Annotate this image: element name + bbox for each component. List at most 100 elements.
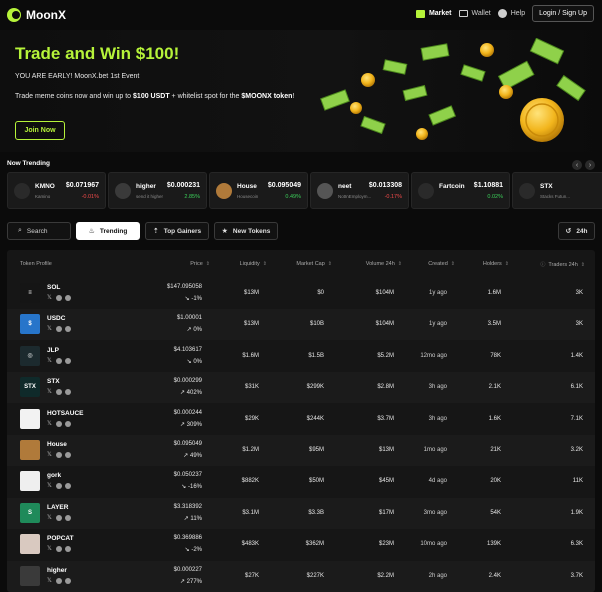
x-icon[interactable]: 𝕏 [47, 358, 53, 364]
col-holders[interactable]: Holders ⇕ [483, 261, 509, 267]
sort-icon: ⇕ [397, 261, 402, 267]
trending-card[interactable]: STX Stacks Futun... [512, 172, 602, 209]
website-icon[interactable] [56, 295, 62, 301]
traders-value: 6.3K [570, 541, 583, 548]
period-selector[interactable]: ↺ 24h [558, 222, 595, 240]
telegram-icon[interactable] [65, 326, 71, 333]
liquidity-value: $882K [241, 478, 259, 485]
nav-help[interactable]: Help [497, 9, 525, 18]
col-market-cap[interactable]: Market Cap ⇕ [296, 261, 332, 267]
x-icon[interactable]: 𝕏 [47, 326, 53, 332]
promo-banner: Trade and Win $100! YOU ARE EARLY! MoonX… [0, 30, 602, 152]
tab-new-tokens[interactable]: ★ New Tokens [214, 222, 278, 240]
table-row[interactable]: $ USDC 𝕏 $1.00001 ↗ 0% $13M $10B $104M 1y ago 3.5… [7, 309, 595, 341]
col-traders[interactable]: ⓘ Traders 24h ⇕ [540, 261, 585, 268]
token-avatar [20, 565, 40, 586]
trending-card[interactable]: House Housecoin $0.095049 0.49% [209, 172, 308, 209]
trending-card[interactable]: neet NotInEmploym... $0.013308 -0.17% [310, 172, 409, 209]
social-links: 𝕏 [47, 357, 71, 364]
holders-value: 139K [486, 541, 501, 548]
table-row[interactable]: higher 𝕏 $0.000227 ↗ 277% $27K $227K $2.2M 2h a… [7, 560, 595, 592]
token-fullname: Kamino [35, 194, 51, 199]
table-header: Token Profile Price ⇕ Liquidity ⇕ Market C… [7, 250, 595, 278]
table-row[interactable]: STX STX 𝕏 $0.000299 ↗ 402% $31K $299K $2.8M 3h a… [7, 372, 595, 404]
col-price[interactable]: Price ⇕ [190, 261, 210, 267]
social-links: 𝕏 [47, 546, 71, 553]
x-icon[interactable]: 𝕏 [47, 421, 53, 427]
created-value: 3h ago [428, 415, 447, 422]
token-fullname: Stacks Futun... [540, 194, 571, 199]
holders-value: 78K [490, 352, 501, 359]
telegram-icon[interactable] [65, 420, 71, 427]
telegram-icon[interactable] [65, 546, 71, 553]
join-now-button[interactable]: Join Now [15, 121, 65, 140]
holders-value: 54K [490, 509, 501, 516]
telegram-icon[interactable] [65, 357, 71, 364]
website-icon[interactable] [56, 357, 62, 364]
trending-card[interactable]: Fartcoin $1.10881 0.02% [411, 172, 510, 209]
traders-value: 3.7K [570, 572, 583, 579]
nav-links: Market Wallet Help Login / Sign Up [415, 5, 594, 22]
trending-card[interactable]: higher send it higher $0.000231 2.85% [108, 172, 207, 209]
website-icon[interactable] [56, 546, 62, 553]
token-name: POPCAT [47, 535, 74, 543]
app-name[interactable]: MoonX [26, 8, 66, 22]
website-icon[interactable] [56, 577, 62, 584]
token-avatar [20, 471, 40, 492]
x-icon[interactable]: 𝕏 [47, 295, 53, 301]
money-coins-illustration [320, 38, 586, 142]
x-icon[interactable]: 𝕏 [47, 452, 53, 458]
trending-next-button[interactable]: › [585, 160, 595, 170]
website-icon[interactable] [56, 326, 62, 333]
search-input[interactable]: ⌕ Search [7, 222, 71, 240]
website-icon[interactable] [56, 452, 62, 458]
table-row[interactable]: ◎ JLP 𝕏 $4.103617 ↘ 0% $1.6M $1.5B $5.2M 12mo ag… [7, 341, 595, 372]
token-change: 0.49% [285, 194, 301, 200]
token-name: House [47, 441, 67, 448]
table-row[interactable]: POPCAT 𝕏 $0.369886 ↘ -2% $483K $362M $23M 10mo … [7, 529, 595, 560]
col-liquidity[interactable]: Liquidity ⇕ [240, 261, 267, 267]
nav-market-label: Market [428, 10, 452, 17]
nav-wallet[interactable]: Wallet [458, 10, 491, 17]
telegram-icon[interactable] [65, 514, 71, 521]
x-icon[interactable]: 𝕏 [47, 546, 53, 552]
table-row[interactable]: ≡ SOL 𝕏 $147.095058 ↘ -1% $13M $0 $104M 1y ago 1.… [7, 278, 595, 309]
tab-trending[interactable]: ♨ Trending [76, 222, 140, 240]
trending-prev-button[interactable]: ‹ [572, 160, 582, 170]
x-icon[interactable]: 𝕏 [47, 483, 53, 489]
table-row[interactable]: gork 𝕏 $0.050237 ↘ -16% $882K $50M $45M 4d ago 2… [7, 466, 595, 497]
website-icon[interactable] [56, 514, 62, 521]
login-signup-button[interactable]: Login / Sign Up [532, 5, 594, 22]
nav-market[interactable]: Market [415, 9, 452, 18]
website-icon[interactable] [56, 483, 62, 490]
telegram-icon[interactable] [65, 452, 71, 458]
x-icon[interactable]: 𝕏 [47, 515, 53, 521]
col-volume[interactable]: Volume 24h ⇕ [366, 261, 402, 267]
table-row[interactable]: House 𝕏 $0.095049 ↗ 49% $1.2M $95M $13M 1mo ago… [7, 435, 595, 466]
promo-description: Trade meme coins now and win up to $100 … [15, 93, 295, 100]
telegram-icon[interactable] [65, 577, 71, 584]
table-row[interactable]: HOTSAUCE 𝕏 $0.000244 ↗ 309% $29K $244K $3.7M 3h… [7, 404, 595, 435]
x-icon[interactable]: 𝕏 [47, 389, 53, 395]
table-row[interactable]: S LAYER 𝕏 $3.318392 ↗ 11% $3.1M $3.3B $17M 3mo a… [7, 497, 595, 529]
website-icon[interactable] [56, 420, 62, 427]
telegram-icon[interactable] [65, 389, 71, 396]
token-avatar: ≡ [20, 283, 40, 303]
telegram-icon[interactable] [65, 295, 71, 301]
x-icon[interactable]: 𝕏 [47, 578, 53, 584]
telegram-icon[interactable] [65, 483, 71, 490]
trending-card[interactable]: KMNO Kamino $0.071967 -0.01% [7, 172, 106, 209]
tab-top-gainers[interactable]: ⇡ Top Gainers [145, 222, 209, 240]
holders-value: 1.6K [488, 415, 501, 422]
col-created[interactable]: Created ⇕ [428, 261, 455, 267]
liquidity-value: $13M [243, 321, 259, 328]
token-change: 2.85% [184, 194, 200, 200]
token-symbol: neet [338, 183, 352, 190]
search-icon: ⌕ [18, 227, 22, 234]
star-icon: ★ [221, 228, 228, 235]
col-token-profile: Token Profile [20, 261, 52, 267]
website-icon[interactable] [56, 389, 62, 396]
token-symbol: STX [540, 183, 553, 190]
period-label: 24h [576, 227, 588, 235]
moonx-logo-icon[interactable] [7, 8, 21, 22]
